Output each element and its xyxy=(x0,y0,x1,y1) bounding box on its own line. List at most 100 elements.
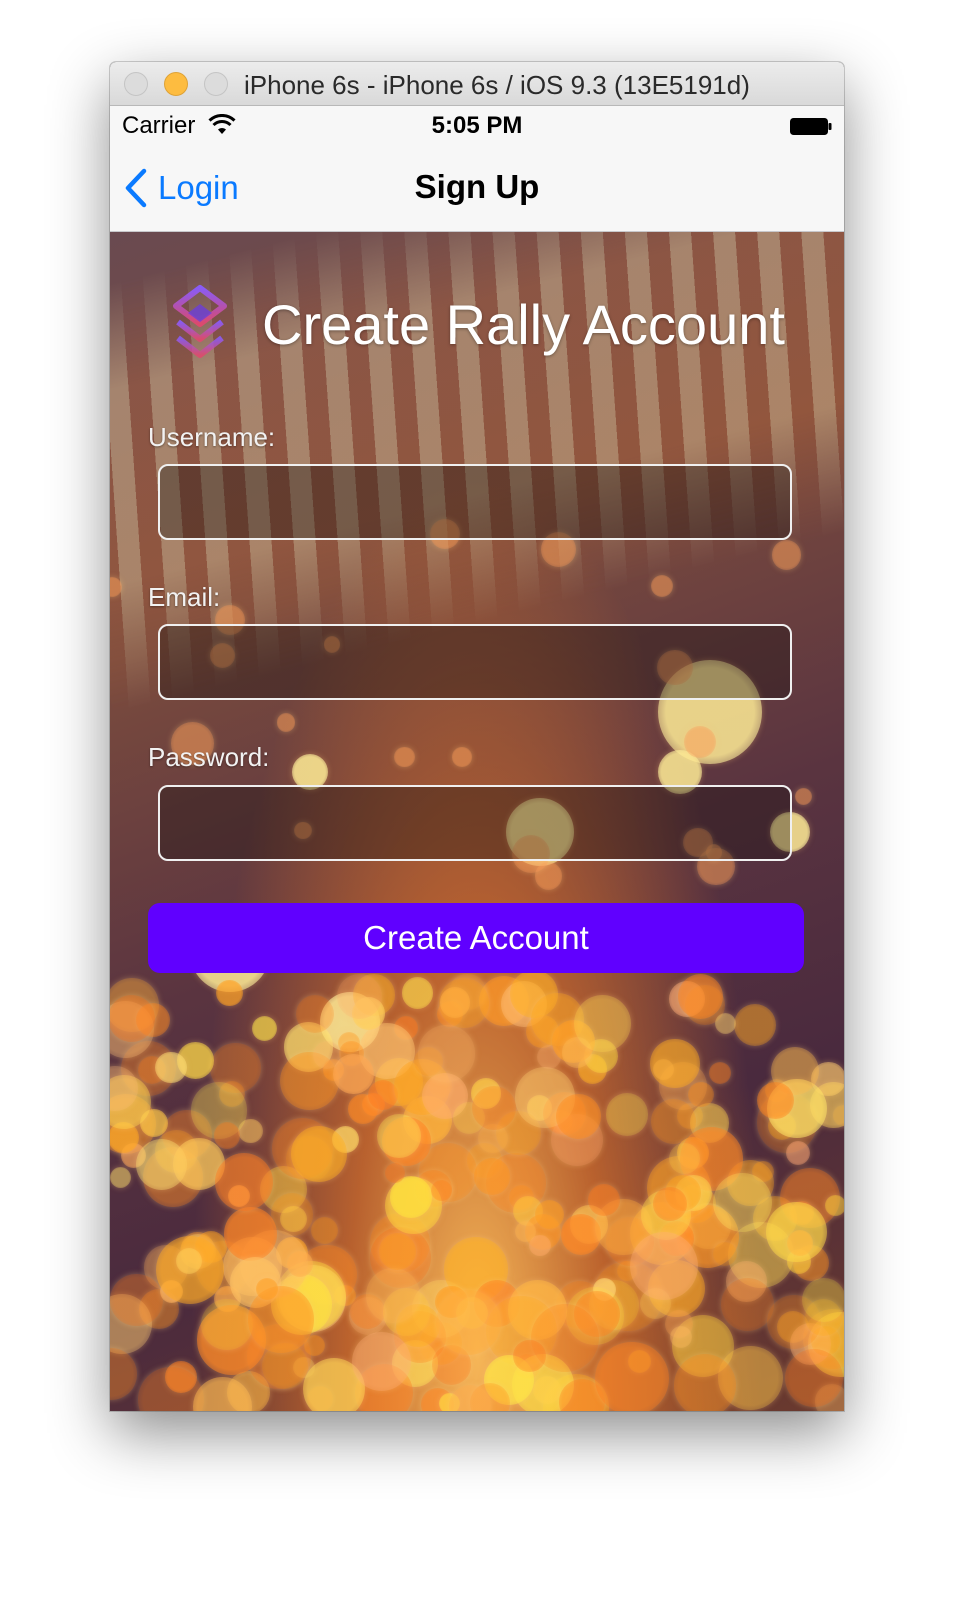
bokeh-light xyxy=(193,1377,253,1411)
bokeh-light xyxy=(801,1277,844,1323)
bokeh-light xyxy=(486,1296,557,1367)
bokeh-light xyxy=(333,1053,374,1095)
create-account-button[interactable]: Create Account xyxy=(148,903,804,973)
bokeh-light xyxy=(593,1278,617,1302)
bokeh-light xyxy=(418,1143,478,1203)
bokeh-light xyxy=(304,1335,326,1357)
bokeh-light xyxy=(684,1202,732,1250)
bokeh-light xyxy=(573,995,632,1053)
bokeh-light xyxy=(526,1015,559,1048)
bokeh-light xyxy=(320,992,380,1052)
bokeh-light xyxy=(155,1236,224,1305)
bokeh-light xyxy=(605,1217,654,1266)
bokeh-light xyxy=(276,1237,308,1269)
bokeh-light xyxy=(752,1160,774,1182)
bokeh-light xyxy=(247,1286,315,1353)
bokeh-light xyxy=(438,978,489,1029)
bokeh-light xyxy=(477,1123,508,1154)
window-title: iPhone 6s - iPhone 6s / iOS 9.3 (13E5191… xyxy=(244,70,750,100)
bokeh-light xyxy=(275,1260,346,1331)
bokeh-light xyxy=(708,1061,731,1084)
bokeh-light xyxy=(802,1309,844,1370)
username-field[interactable] xyxy=(158,464,792,540)
bokeh-light xyxy=(138,1289,180,1330)
bokeh-light xyxy=(668,1143,701,1175)
bokeh-light xyxy=(629,1231,698,1300)
bokeh-light xyxy=(365,1268,421,1323)
bokeh-light xyxy=(251,1015,278,1041)
bokeh-light xyxy=(805,1298,843,1336)
bokeh-light xyxy=(391,1339,439,1387)
bokeh-light xyxy=(531,1304,600,1373)
bokeh-light xyxy=(175,1247,202,1275)
bokeh-light xyxy=(110,1348,137,1400)
bokeh-light xyxy=(135,1002,170,1037)
bokeh-light xyxy=(533,1375,562,1404)
bokeh-light xyxy=(508,1184,535,1211)
bokeh-light xyxy=(832,1105,844,1126)
bokeh-light xyxy=(332,1126,359,1154)
bokeh-light xyxy=(120,1142,147,1169)
close-window-button[interactable] xyxy=(124,72,148,96)
minimize-window-button[interactable] xyxy=(164,72,188,96)
bokeh-light xyxy=(789,1323,831,1365)
bokeh-light xyxy=(578,1054,608,1084)
bokeh-light xyxy=(430,1180,452,1202)
bokeh-light xyxy=(793,1245,830,1281)
bokeh-light xyxy=(351,1331,411,1392)
bokeh-light xyxy=(353,974,395,1016)
form-headline: Create Rally Account xyxy=(262,293,785,356)
bokeh-light xyxy=(513,1339,546,1373)
bokeh-light xyxy=(496,1110,541,1155)
bokeh-light xyxy=(677,1103,704,1129)
bokeh-light xyxy=(110,1074,152,1129)
bokeh-light xyxy=(790,1201,815,1226)
bokeh-light xyxy=(110,1166,131,1188)
bokeh-light xyxy=(339,1041,364,1066)
bokeh-light xyxy=(640,1190,692,1241)
bokeh-light xyxy=(172,1137,225,1190)
bokeh-light xyxy=(777,1310,809,1343)
bokeh-light xyxy=(452,1101,485,1135)
bokeh-light xyxy=(512,1195,543,1226)
email-label: Email: xyxy=(148,582,221,612)
simulator-window: iPhone 6s - iPhone 6s / iOS 9.3 (13E5191… xyxy=(110,62,844,1411)
bokeh-light xyxy=(551,1113,604,1166)
bokeh-light xyxy=(534,862,562,890)
bokeh-light xyxy=(180,1234,216,1270)
bokeh-light xyxy=(470,1078,502,1110)
bokeh-light xyxy=(228,1185,251,1208)
bokeh-light xyxy=(515,1221,537,1243)
bokeh-light xyxy=(194,1230,228,1264)
bokeh-light xyxy=(155,1129,198,1173)
zoom-window-button[interactable] xyxy=(204,72,228,96)
bokeh-light xyxy=(428,1073,453,1098)
bokeh-light xyxy=(712,1241,737,1266)
bokeh-light xyxy=(727,1222,794,1289)
bokeh-light xyxy=(485,1152,547,1214)
bokeh-light xyxy=(511,1353,574,1411)
bokeh-light xyxy=(190,1082,248,1139)
email-field[interactable] xyxy=(158,624,792,700)
bokeh-light xyxy=(135,1139,187,1191)
bokeh-light xyxy=(574,1290,620,1337)
bokeh-light xyxy=(587,1184,620,1217)
bokeh-light xyxy=(219,1080,246,1107)
bokeh-light xyxy=(110,994,156,1042)
bokeh-light xyxy=(259,1165,307,1213)
bokeh-light xyxy=(349,1296,388,1335)
bokeh-light xyxy=(239,1230,309,1299)
bokeh-light xyxy=(110,1122,139,1154)
bokeh-light xyxy=(359,1023,416,1080)
bokeh-light xyxy=(110,1274,163,1327)
password-field[interactable] xyxy=(158,785,792,861)
bokeh-light xyxy=(110,1000,154,1059)
bokeh-light xyxy=(770,1046,820,1095)
bokeh-light xyxy=(555,1281,605,1330)
bokeh-light xyxy=(650,1098,696,1144)
bokeh-light xyxy=(237,1118,263,1144)
bokeh-light xyxy=(814,1384,844,1411)
bokeh-light xyxy=(787,1230,814,1257)
bokeh-light xyxy=(310,1216,338,1245)
bokeh-light xyxy=(595,1198,652,1255)
